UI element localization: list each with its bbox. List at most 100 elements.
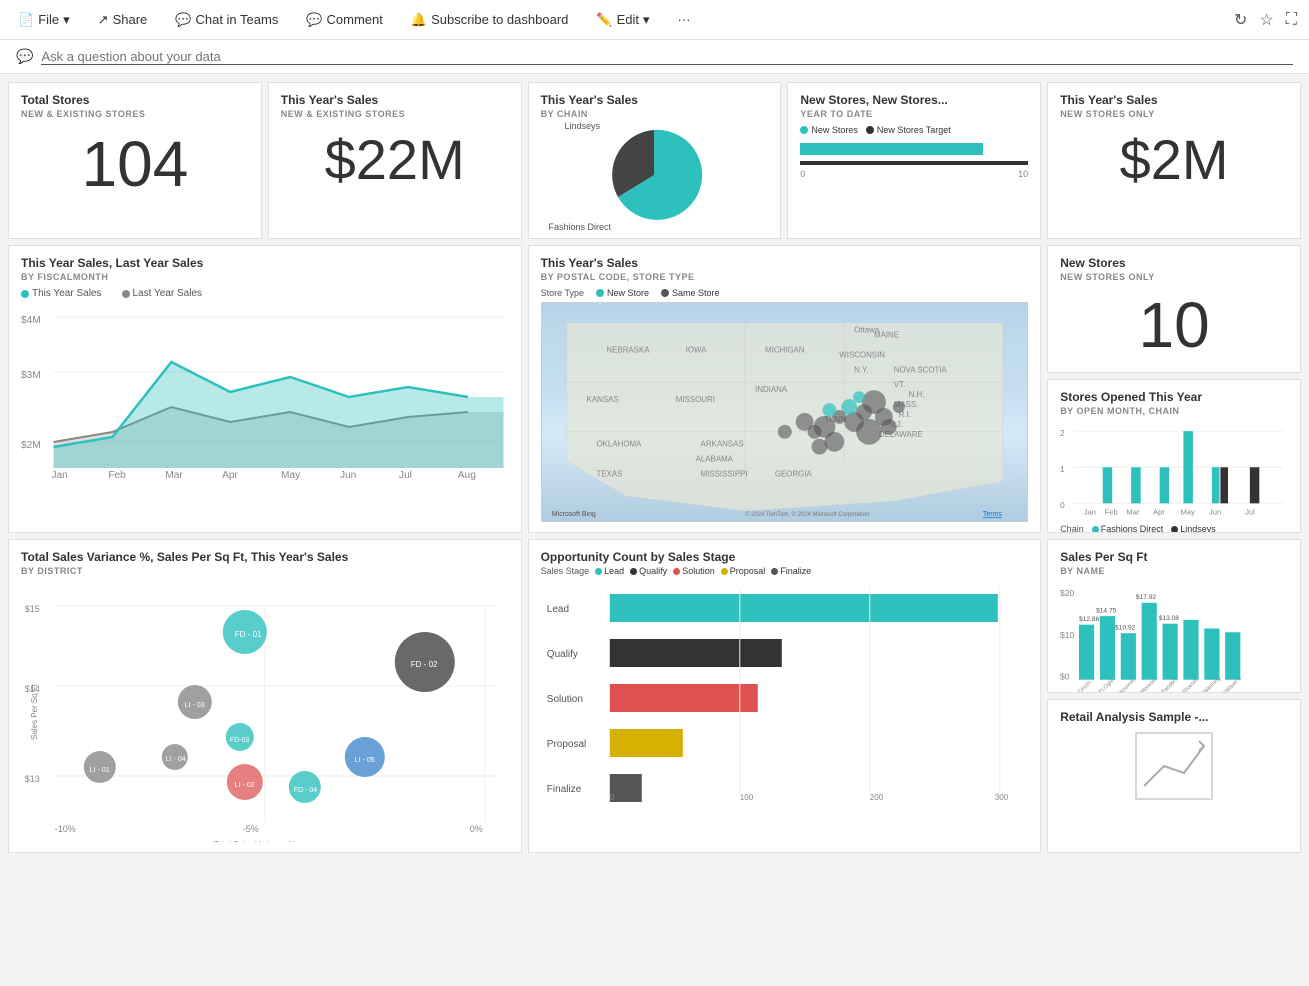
line-chart-card: This Year Sales, Last Year Sales BY FISC… bbox=[8, 245, 522, 533]
file-menu[interactable]: 📄 File ▾ bbox=[12, 8, 76, 32]
svg-text:$20: $20 bbox=[1060, 588, 1074, 598]
by-chain-subtitle: BY CHAIN bbox=[541, 109, 769, 119]
svg-text:FD - 01: FD - 01 bbox=[235, 630, 262, 639]
svg-text:Mar: Mar bbox=[1127, 508, 1141, 517]
svg-text:Feb: Feb bbox=[1105, 508, 1118, 517]
edit-button[interactable]: ✏️ Edit ▾ bbox=[590, 8, 655, 32]
subscribe-button[interactable]: 🔔 Subscribe to dashboard bbox=[405, 8, 575, 32]
comment-icon: 💬 bbox=[306, 12, 322, 28]
chat-in-teams-button[interactable]: 💬 Chat in Teams bbox=[169, 8, 284, 32]
legend-fd: Fashions Direct bbox=[1092, 524, 1164, 533]
line-chart-subtitle: BY FISCALMONTH bbox=[21, 272, 509, 282]
map-title: This Year's Sales bbox=[541, 256, 1029, 270]
svg-text:2: 2 bbox=[1060, 428, 1065, 438]
svg-text:GEORGIA: GEORGIA bbox=[774, 469, 812, 478]
svg-text:$13.08: $13.08 bbox=[1159, 615, 1180, 622]
chat-label: Chat in Teams bbox=[195, 12, 278, 27]
this-year-sales-card: This Year's Sales NEW & EXISTING STORES … bbox=[268, 82, 522, 239]
edit-chevron: ▾ bbox=[643, 12, 650, 28]
svg-text:NOVA SCOTIA: NOVA SCOTIA bbox=[893, 365, 947, 374]
total-stores-subtitle: NEW & EXISTING STORES bbox=[21, 109, 249, 119]
new-stores-count-subtitle: NEW STORES ONLY bbox=[1060, 272, 1288, 282]
retail-sample-card: Retail Analysis Sample -... bbox=[1047, 699, 1301, 853]
qa-bar: 💬 bbox=[0, 40, 1309, 74]
svg-text:Lead: Lead bbox=[546, 604, 568, 615]
new-stores-count-card: New Stores NEW STORES ONLY 10 bbox=[1047, 245, 1301, 373]
svg-text:FD - 02: FD - 02 bbox=[411, 660, 438, 669]
new-stores-ytd-card: New Stores, New Stores... YEAR TO DATE N… bbox=[787, 82, 1041, 239]
dashboard: Total Stores NEW & EXISTING STORES 104 T… bbox=[0, 74, 1309, 861]
variance-title: Total Sales Variance %, Sales Per Sq Ft,… bbox=[21, 550, 509, 564]
svg-text:Jan: Jan bbox=[51, 470, 67, 481]
share-button[interactable]: ↗ Share bbox=[92, 8, 154, 32]
by-chain-card: This Year's Sales BY CHAIN Lindseys Fash… bbox=[528, 82, 782, 239]
spf-subtitle: BY NAME bbox=[1060, 566, 1288, 576]
comment-label: Comment bbox=[327, 12, 383, 27]
new-stores-only-subtitle: NEW STORES ONLY bbox=[1060, 109, 1288, 119]
svg-text:May: May bbox=[1181, 508, 1196, 517]
legend-li: Lindseys bbox=[1171, 524, 1216, 533]
legend-qualify: Qualify bbox=[630, 566, 667, 576]
new-stores-ytd-title: New Stores, New Stores... bbox=[800, 93, 1028, 107]
svg-text:Jan: Jan bbox=[1084, 508, 1096, 517]
favorite-icon[interactable]: ☆ bbox=[1259, 10, 1273, 30]
svg-text:$10: $10 bbox=[1060, 630, 1074, 640]
svg-text:INDIANA: INDIANA bbox=[755, 385, 788, 394]
file-icon: 📄 bbox=[18, 12, 34, 28]
svg-text:Solution: Solution bbox=[546, 694, 582, 705]
svg-text:Proposal: Proposal bbox=[546, 739, 585, 750]
qa-input[interactable] bbox=[41, 49, 1293, 64]
spf-title: Sales Per Sq Ft bbox=[1060, 550, 1288, 564]
svg-text:0%: 0% bbox=[470, 824, 483, 834]
legend-proposal: Proposal bbox=[721, 566, 766, 576]
comment-button[interactable]: 💬 Comment bbox=[300, 8, 389, 32]
this-year-sales-subtitle: NEW & EXISTING STORES bbox=[281, 109, 509, 119]
line-chart-title: This Year Sales, Last Year Sales bbox=[21, 256, 509, 270]
svg-text:-5%: -5% bbox=[243, 824, 259, 834]
new-stores-only-title: This Year's Sales bbox=[1060, 93, 1288, 107]
svg-text:Ottawa: Ottawa bbox=[854, 326, 880, 335]
svg-text:-10%: -10% bbox=[55, 824, 76, 834]
spf-chart: $20 $10 $0 $12.86 $14.75 $10.92 $17.92 bbox=[1060, 582, 1288, 692]
refresh-icon[interactable]: ↻ bbox=[1234, 10, 1247, 30]
svg-text:Finalize: Finalize bbox=[546, 784, 581, 795]
store-type-label: Store Type bbox=[541, 288, 584, 298]
svg-text:$13: $13 bbox=[25, 774, 40, 784]
opportunity-chart-svg: Lead Qualify Solution Proposal Finalize … bbox=[541, 582, 1029, 802]
total-stores-value: 104 bbox=[21, 127, 249, 201]
qa-icon: 💬 bbox=[16, 48, 33, 65]
opportunity-chart-area: Lead Qualify Solution Proposal Finalize … bbox=[541, 582, 1029, 802]
new-stores-count-value: 10 bbox=[1060, 288, 1288, 362]
svg-text:MISSISSIPPI: MISSISSIPPI bbox=[700, 469, 747, 478]
new-stores-ytd-subtitle: YEAR TO DATE bbox=[800, 109, 1028, 119]
svg-text:$3M: $3M bbox=[21, 370, 41, 381]
variance-bubble-card: Total Sales Variance %, Sales Per Sq Ft,… bbox=[8, 539, 522, 853]
svg-text:WISCONSIN: WISCONSIN bbox=[839, 351, 885, 360]
this-year-sales-title: This Year's Sales bbox=[281, 93, 509, 107]
share-label: Share bbox=[113, 12, 148, 27]
svg-text:FD-03: FD-03 bbox=[230, 737, 250, 744]
map-subtitle: BY POSTAL CODE, STORE TYPE bbox=[541, 272, 1029, 282]
svg-text:MICHIGAN: MICHIGAN bbox=[765, 346, 805, 355]
svg-text:IOWA: IOWA bbox=[685, 346, 707, 355]
svg-text:N.H.: N.H. bbox=[908, 390, 924, 399]
fullscreen-icon[interactable]: ⛶ bbox=[1286, 11, 1297, 29]
svg-text:KANSAS: KANSAS bbox=[586, 395, 618, 404]
svg-text:0: 0 bbox=[609, 793, 614, 802]
svg-text:FD - 04: FD - 04 bbox=[294, 787, 317, 794]
pie-label-lindseys: Lindseys bbox=[564, 121, 600, 131]
svg-text:Sales Per Sq Ft: Sales Per Sq Ft bbox=[30, 683, 39, 740]
legend-solution: Solution bbox=[673, 566, 715, 576]
more-button[interactable]: ··· bbox=[672, 8, 697, 31]
svg-text:100: 100 bbox=[739, 793, 753, 802]
svg-text:© 2024 TomTom, © 2024 Microsof: © 2024 TomTom, © 2024 Microsoft Corporat… bbox=[745, 511, 869, 518]
svg-text:Aug: Aug bbox=[458, 470, 476, 481]
svg-text:MISSOURI: MISSOURI bbox=[675, 395, 714, 404]
svg-text:Terms: Terms bbox=[983, 511, 1002, 518]
svg-text:$12.86: $12.86 bbox=[1079, 616, 1100, 623]
legend-lead: Lead bbox=[595, 566, 624, 576]
chain-label: Chain bbox=[1060, 524, 1084, 533]
svg-text:OKLAHOMA: OKLAHOMA bbox=[596, 440, 642, 449]
svg-text:1: 1 bbox=[1060, 464, 1065, 474]
bubble-chart-area: $15 $14 $13 -10% -5% 0% FD - 01 FD - bbox=[21, 582, 509, 842]
